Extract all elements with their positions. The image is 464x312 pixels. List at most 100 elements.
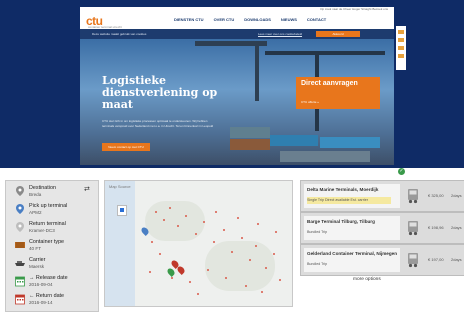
container-decoration: [320, 137, 380, 148]
terminal-dot[interactable]: [241, 237, 243, 239]
terminal-dot[interactable]: [225, 277, 227, 279]
check-icon: ✓: [398, 168, 405, 175]
terminal-dot[interactable]: [159, 253, 161, 255]
result-meta: Single Trip Direct available Est. carrie…: [307, 198, 368, 202]
filter-release-date[interactable]: → Release date 2016-09-04: [6, 273, 98, 293]
result-title: Delta Marine Terminals, Moerdijk: [307, 187, 379, 192]
hero-banner: Logistieke dienstverlening op maat CTU s…: [80, 39, 394, 165]
result-card[interactable]: Barge Terminal Tilburg, Tilburg Bundled …: [300, 212, 464, 244]
share-sidebar: [396, 26, 406, 70]
terminal-dot[interactable]: [279, 279, 281, 281]
terminal-dot[interactable]: [213, 241, 215, 243]
result-title: Gelderland Container Terminal, Nijmegen: [307, 251, 398, 256]
location-pin-icon: [16, 222, 24, 232]
filter-label: → Release date: [29, 275, 68, 281]
terminal-dot[interactable]: [275, 231, 277, 233]
cookie-bar: Deze website maakt gebruik van cookies L…: [80, 29, 394, 39]
filter-label: Pick up terminal: [29, 203, 68, 209]
container-decoration: [230, 139, 270, 150]
filter-return-terminal[interactable]: Return terminal Kramer-DC3: [6, 219, 98, 239]
terminal-dot[interactable]: [257, 223, 259, 225]
terminal-dot[interactable]: [237, 217, 239, 219]
filter-label: ← Return date: [29, 293, 65, 299]
hero-contact-button[interactable]: Neem contact op met CTU: [102, 143, 150, 151]
cookie-link[interactable]: Lees meer over ons cookiebeleid: [258, 32, 302, 36]
result-days: 2days: [451, 257, 462, 262]
share-icon[interactable]: [398, 46, 404, 50]
result-meta: Bundled Trip: [307, 262, 328, 266]
terminal-dot[interactable]: [189, 281, 191, 283]
filter-label: Container type: [29, 239, 65, 245]
filter-return-date[interactable]: ← Return date 2016-09-14: [6, 291, 98, 311]
terminal-dot[interactable]: [245, 285, 247, 287]
result-price: € 198,96: [428, 225, 444, 230]
container-decoration: [270, 135, 318, 146]
terminal-dot[interactable]: [163, 219, 165, 221]
terminal-dot[interactable]: [185, 215, 187, 217]
result-card[interactable]: Gelderland Container Terminal, Nijmegen …: [300, 244, 464, 276]
terminal-dot[interactable]: [169, 207, 171, 209]
terminal-dot[interactable]: [223, 229, 225, 231]
terminal-dot[interactable]: [231, 251, 233, 253]
more-options-link[interactable]: more options: [353, 277, 381, 282]
filter-carrier[interactable]: Carrier Maersk: [6, 255, 98, 275]
terminal-map[interactable]: Map Source: [104, 180, 293, 307]
terminal-dot[interactable]: [195, 233, 197, 235]
share-icon[interactable]: [398, 54, 404, 58]
ship-icon: [15, 261, 25, 266]
filter-value: Breda: [29, 192, 42, 197]
cookie-accept-button[interactable]: Akkoord: [316, 31, 360, 37]
terminal-dot[interactable]: [151, 241, 153, 243]
terminal-pin-icon[interactable]: [176, 265, 186, 275]
nav-item-nieuws[interactable]: NIEUWS: [281, 17, 297, 22]
result-card-body: Delta Marine Terminals, Moerdijk Single …: [304, 184, 400, 208]
utility-text: Op zoek naar de Cheer Hoger Straight Bez…: [320, 7, 388, 11]
nav-item-over[interactable]: OVER CTU: [214, 17, 235, 22]
location-pin-icon: [16, 186, 24, 196]
direct-request-title: Direct aanvragen: [301, 80, 358, 87]
website-navbar: ctu container terminal utrecht DIENSTEN C…: [80, 12, 394, 30]
nav-item-downloads[interactable]: DOWNLOADS: [244, 17, 271, 22]
share-icon[interactable]: [398, 38, 404, 42]
website-preview: Op zoek naar de Cheer Hoger Straight Bez…: [80, 7, 394, 165]
direct-request-link[interactable]: CTU offerte »: [301, 100, 319, 104]
result-card[interactable]: Delta Marine Terminals, Moerdijk Single …: [300, 180, 464, 212]
result-card-body: Gelderland Container Terminal, Nijmegen …: [304, 248, 400, 272]
filter-value: Kramer-DC3: [29, 228, 55, 233]
terminal-dot[interactable]: [249, 259, 251, 261]
land-area: [145, 201, 205, 241]
terminal-dot[interactable]: [207, 269, 209, 271]
result-price: € 197,00: [428, 257, 444, 262]
terminal-dot[interactable]: [255, 245, 257, 247]
terminal-dot[interactable]: [197, 293, 199, 295]
truck-icon: [408, 189, 418, 204]
terminal-dot[interactable]: [261, 291, 263, 293]
share-icon[interactable]: [398, 30, 404, 34]
filter-label: Return terminal: [29, 221, 66, 227]
result-days: 2days: [451, 225, 462, 230]
terminal-dot[interactable]: [149, 271, 151, 273]
nav-item-contact[interactable]: CONTACT: [307, 17, 326, 22]
sea-area: [105, 181, 135, 306]
direct-request-box[interactable]: Direct aanvragen CTU offerte »: [296, 77, 380, 109]
terminal-dot[interactable]: [177, 225, 179, 227]
nav-item-diensten[interactable]: DIENSTEN CTU: [174, 17, 204, 22]
result-title: Barge Terminal Tilburg, Tilburg: [307, 219, 375, 224]
swap-icon[interactable]: ⇄: [84, 185, 90, 193]
result-meta: Bundled Trip: [307, 230, 328, 234]
terminal-dot[interactable]: [215, 211, 217, 213]
filter-pickup-terminal[interactable]: Pick up terminal APM2: [6, 201, 98, 221]
filter-container-type[interactable]: Container type 40 FT: [6, 237, 98, 257]
terminal-dot[interactable]: [265, 267, 267, 269]
filter-value: Maersk: [29, 264, 45, 269]
truck-icon: [408, 253, 418, 268]
map-zoom-control[interactable]: [117, 205, 127, 216]
terminal-dot[interactable]: [273, 253, 275, 255]
terminal-dot[interactable]: [203, 221, 205, 223]
terminal-dot[interactable]: [155, 211, 157, 213]
filter-value: 40 FT: [29, 246, 41, 251]
filter-label: Carrier: [29, 257, 46, 263]
filter-destination[interactable]: Destination Breda ⇄: [6, 183, 98, 203]
ctu-logo[interactable]: ctu container terminal utrecht: [86, 14, 122, 29]
truck-icon: [408, 221, 418, 236]
